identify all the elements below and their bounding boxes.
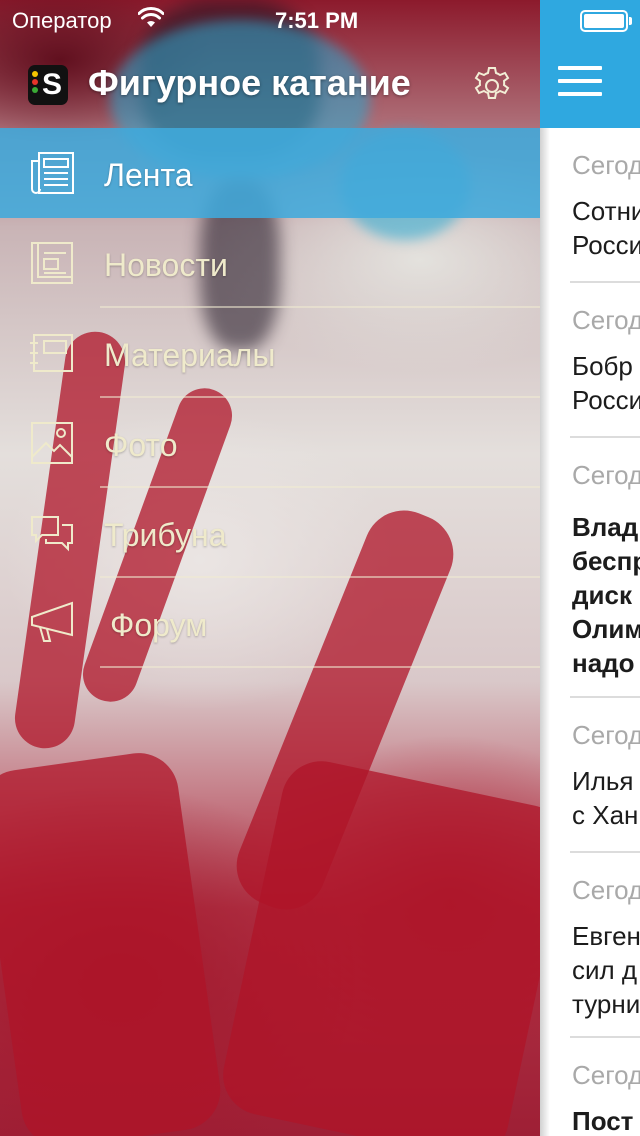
feed-item-headline-line: сил д [572, 955, 638, 985]
status-bar: Оператор 7:51 PM [0, 0, 640, 40]
carrier-label: Оператор [12, 8, 112, 33]
app-title: Фигурное катание [88, 62, 411, 103]
menu-item-news[interactable]: Новости [0, 218, 540, 308]
feed-item-date: Сегод [572, 150, 640, 180]
feed-item[interactable]: Сегод Бобр Росси [570, 283, 640, 438]
menu-item-forum[interactable]: Форум [0, 578, 540, 668]
panel-shadow [540, 128, 550, 1136]
menu-item-photo[interactable]: Фото [0, 398, 540, 488]
newspaper-icon [31, 152, 74, 194]
menu-item-feed[interactable]: Лента [0, 128, 540, 218]
feed-item[interactable]: Сегод Сотни Росси [570, 128, 640, 283]
news-feed: Сегод Сотни Росси Сегод Бобр Росси Сегод… [540, 128, 640, 1136]
side-menu: Лента Новости Материалы Фото Трибуна Фор… [0, 128, 540, 668]
menu-item-label: Материалы [104, 337, 276, 373]
megaphone-icon [31, 601, 73, 642]
menu-item-label: Лента [104, 157, 193, 193]
menu-item-label: Форум [110, 607, 208, 643]
wifi-icon [138, 7, 164, 27]
feed-item-headline-line: Бобр [572, 351, 633, 381]
feed-item[interactable]: Сегод Евген сил д турни [570, 853, 640, 1038]
main-content-panel[interactable]: Сегод Сотни Росси Сегод Бобр Росси Сегод… [540, 0, 640, 1136]
feed-item-headline-line: Илья [572, 766, 634, 796]
feed-item-headline-line: с Хан [572, 800, 639, 830]
feed-item-headline-line: диск [572, 580, 632, 610]
menu-item-label: Трибуна [104, 517, 227, 553]
feed-item-headline-line: Олим [572, 614, 640, 644]
feed-item-date: Сегод [572, 460, 640, 490]
feed-item-headline-line: Влад [572, 512, 639, 542]
divider [100, 666, 540, 668]
menu-item-label: Новости [104, 247, 228, 283]
feed-item[interactable]: Сегод Влад беспр диск Олим надо [570, 438, 640, 698]
feed-item-date: Сегод [572, 720, 640, 750]
chat-bubbles-icon [31, 516, 73, 552]
feed-item-headline-line: турни [572, 989, 640, 1019]
news-page-icon [31, 242, 73, 284]
menu-item-label: Фото [104, 427, 178, 463]
feed-item-date: Сегод [572, 1060, 640, 1090]
feed-item-headline-line: Росси [572, 230, 640, 260]
feed-item-headline-line: Пост [572, 1106, 634, 1136]
articles-icon [30, 334, 73, 372]
logo-letter: S [41, 68, 62, 101]
battery-icon [580, 10, 632, 32]
feed-item-headline-line: Евген [572, 921, 640, 951]
menu-hamburger-icon[interactable] [558, 66, 602, 96]
feed-item-date: Сегод [572, 305, 640, 335]
menu-item-articles[interactable]: Материалы [0, 308, 540, 398]
feed-item-headline-line: Сотни [572, 196, 640, 226]
app-logo: S [28, 65, 68, 105]
settings-gear-icon[interactable] [470, 64, 514, 108]
feed-item[interactable]: Сегод Илья с Хан [570, 698, 640, 853]
feed-item[interactable]: Сегод Пост [570, 1038, 640, 1136]
feed-item-headline-line: беспр [572, 546, 640, 576]
feed-item-headline-line: Росси [572, 385, 640, 415]
feed-item-date: Сегод [572, 875, 640, 905]
menu-header: S Фигурное катание [0, 40, 540, 128]
clock: 7:51 PM [275, 8, 359, 33]
feed-item-headline-line: надо [572, 648, 635, 678]
photo-icon [31, 422, 73, 464]
menu-item-tribune[interactable]: Трибуна [0, 488, 540, 578]
